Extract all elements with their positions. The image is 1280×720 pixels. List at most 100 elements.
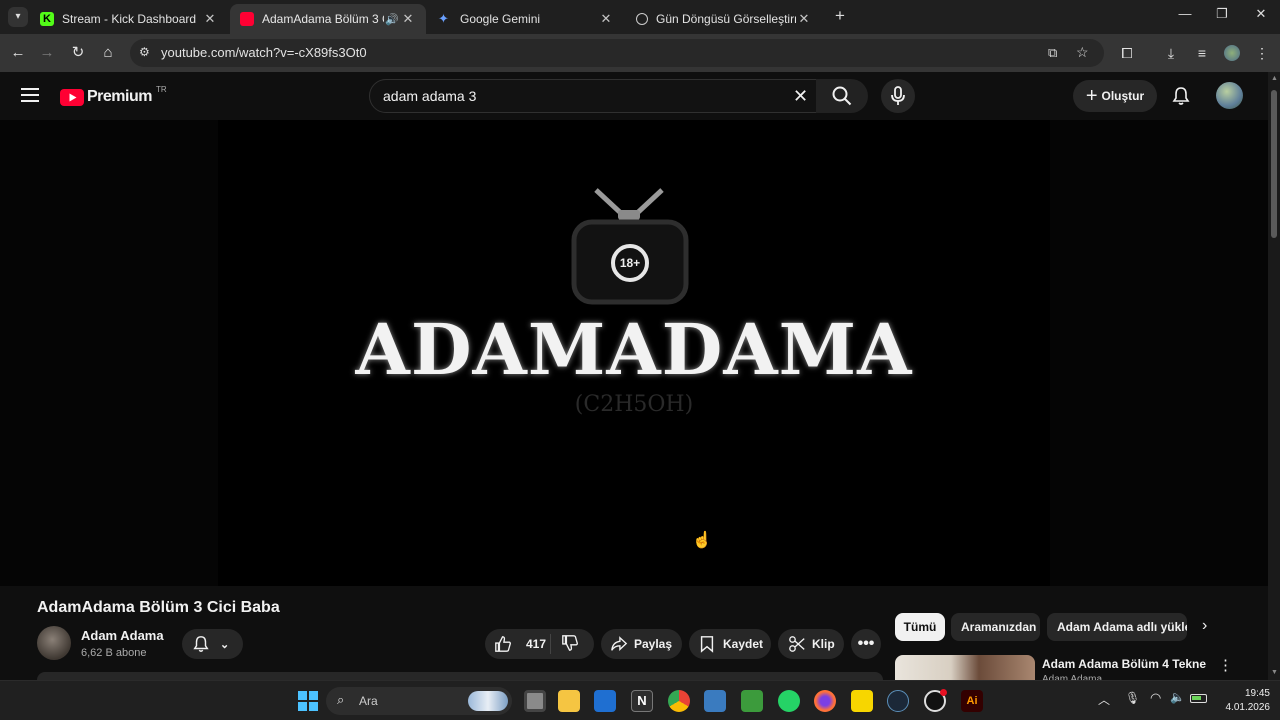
create-label: Oluştur — [1101, 89, 1145, 103]
like-button[interactable]: 417 — [485, 634, 551, 654]
notifications-bell-icon[interactable] — [1171, 86, 1191, 106]
steam-icon[interactable] — [887, 690, 909, 712]
speaker-icon[interactable]: 🔊 — [384, 13, 400, 26]
download-icon[interactable]: ⤓ — [1161, 43, 1181, 63]
account-avatar[interactable] — [1216, 82, 1243, 109]
scroll-down-arrow-icon[interactable]: ▼ — [1271, 669, 1278, 676]
hamburger-menu-icon[interactable] — [21, 88, 39, 102]
system-clock[interactable]: 19:45 4.01.2026 — [1210, 687, 1271, 715]
taskbar-search[interactable]: ⌕ Ara — [326, 687, 512, 715]
site-info-icon[interactable]: ⚙ — [139, 45, 150, 59]
microphone-icon — [891, 86, 905, 105]
mail-icon[interactable] — [594, 690, 616, 712]
clip-label: Klip — [812, 637, 835, 651]
gemini-icon: ✦ — [438, 11, 449, 26]
install-app-icon[interactable]: ⧉ — [1048, 45, 1057, 61]
volume-icon[interactable]: 🔈 — [1170, 690, 1185, 704]
firefox-icon[interactable] — [814, 690, 836, 712]
search-box[interactable]: adam adama 3 ✕ — [369, 79, 817, 113]
address-bar[interactable]: ⚙ youtube.com/watch?v=-cX89fs3Ot0 ⧉ ☆ — [130, 39, 1104, 67]
terminal-icon[interactable] — [704, 690, 726, 712]
create-button[interactable]: + Oluştur — [1073, 80, 1157, 112]
youtube-premium-logo[interactable]: Premium TR — [60, 85, 167, 108]
share-button[interactable]: Paylaş — [601, 629, 682, 659]
minimize-window-icon[interactable]: — — [1175, 6, 1195, 21]
media-controls-icon[interactable]: ≡ — [1192, 43, 1212, 63]
save-button[interactable]: Kaydet — [689, 629, 771, 659]
close-window-icon[interactable]: ✕ — [1251, 6, 1271, 22]
task-view-icon[interactable] — [524, 690, 546, 712]
restore-window-icon[interactable]: ❐ — [1212, 6, 1232, 22]
chip-all[interactable]: Tümü — [895, 613, 945, 641]
video-player[interactable]: 18+ ADAMADAMA (C2H5OH) ☝ — [0, 120, 1268, 586]
chip-label: Tümü — [903, 620, 937, 634]
search-input[interactable]: adam adama 3 — [383, 88, 476, 104]
recommended-title[interactable]: Adam Adama Bölüm 4 Tekne — [1042, 657, 1206, 671]
channel-avatar[interactable] — [37, 626, 71, 660]
tab-kick-dashboard[interactable]: K Stream - Kick Dashboard ✕ — [30, 4, 228, 34]
clock-date: 4.01.2026 — [1225, 702, 1271, 713]
search-icon — [832, 86, 852, 106]
clear-search-icon[interactable]: ✕ — [793, 86, 808, 107]
whatsapp-icon[interactable] — [778, 690, 800, 712]
notification-badge — [940, 689, 947, 696]
chip-uploader[interactable]: Adam Adama adlı yükley — [1047, 613, 1187, 641]
description-box[interactable] — [37, 672, 883, 680]
bookmark-star-icon[interactable]: ☆ — [1076, 44, 1089, 61]
recommended-thumbnail[interactable] — [895, 655, 1035, 680]
logo-text: Premium — [87, 88, 152, 105]
browser-menu-icon[interactable]: ⋮ — [1252, 43, 1272, 63]
plus-icon: + — [1085, 85, 1098, 107]
dislike-button[interactable] — [551, 634, 579, 655]
illustrator-icon[interactable]: Ai — [961, 690, 983, 712]
kick-icon: K — [40, 12, 54, 26]
youtube-icon — [240, 12, 254, 26]
browser-toolbar: ← → ↻ ⌂ ⚙ youtube.com/watch?v=-cX89fs3Ot… — [0, 34, 1280, 72]
home-icon[interactable]: ⌂ — [97, 42, 119, 64]
mouse-cursor-icon: ☝ — [692, 532, 712, 549]
tab-gun-dongusu[interactable]: Gün Döngüsü Görselleştirme ✕ — [626, 4, 822, 34]
wifi-icon[interactable]: ◠ — [1150, 690, 1161, 706]
close-tab-icon[interactable]: ✕ — [400, 11, 416, 27]
tab-youtube-video[interactable]: AdamAdama Bölüm 3 Cici B 🔊 ✕ — [230, 4, 426, 34]
tab-google-gemini[interactable]: ✦ Google Gemini ✕ — [428, 4, 624, 34]
search-button[interactable] — [816, 79, 868, 113]
close-tab-icon[interactable]: ✕ — [598, 11, 614, 27]
tray-overflow-chevron-icon[interactable]: ︿ — [1098, 691, 1110, 708]
battery-icon[interactable] — [1190, 694, 1207, 703]
sticky-notes-icon[interactable] — [851, 690, 873, 712]
forward-icon[interactable]: → — [36, 42, 58, 64]
bookmark-icon — [700, 636, 714, 653]
recommended-more-icon[interactable]: ⋮ — [1218, 656, 1233, 674]
voice-search-button[interactable] — [881, 79, 915, 113]
chip-from-search[interactable]: Aramanızdan — [951, 613, 1040, 641]
new-tab-button[interactable]: + — [830, 6, 850, 26]
file-explorer-icon[interactable] — [558, 690, 580, 712]
clock-time: 19:45 — [1244, 688, 1270, 699]
tab-title: Gün Döngüsü Görselleştirme — [656, 12, 796, 26]
share-label: Paylaş — [634, 637, 673, 651]
close-tab-icon[interactable]: ✕ — [202, 11, 218, 27]
back-icon[interactable]: ← — [7, 42, 29, 64]
subscriber-count: 6,62 B abone — [81, 647, 147, 659]
reload-icon[interactable]: ↻ — [67, 42, 89, 64]
windows-start-icon[interactable] — [298, 691, 318, 711]
chips-next-arrow-icon[interactable]: › — [1202, 617, 1207, 635]
profile-avatar-icon[interactable] — [1222, 43, 1242, 63]
youtube-header: Premium TR adam adama 3 ✕ + Oluştur — [0, 72, 1268, 120]
clip-button[interactable]: Klip — [778, 629, 844, 659]
scroll-up-arrow-icon[interactable]: ▲ — [1271, 75, 1278, 82]
channel-name[interactable]: Adam Adama — [81, 628, 164, 643]
chrome-icon[interactable] — [668, 690, 690, 712]
page-scrollbar[interactable]: ▲ ▼ — [1268, 72, 1280, 680]
tray-microphone-icon[interactable]: 🎙 — [1125, 691, 1140, 705]
youtube-play-icon — [60, 88, 84, 106]
subscribed-notifications-button[interactable]: ⌄ — [182, 629, 243, 659]
more-actions-button[interactable]: ••• — [851, 629, 881, 659]
notion-icon[interactable]: N — [631, 690, 653, 712]
tab-search-menu-button[interactable]: ▾ — [8, 7, 28, 27]
scrollbar-thumb[interactable] — [1271, 90, 1277, 238]
close-tab-icon[interactable]: ✕ — [796, 11, 812, 27]
minecraft-icon[interactable] — [741, 690, 763, 712]
extensions-icon[interactable]: ⧠ — [1117, 43, 1137, 63]
